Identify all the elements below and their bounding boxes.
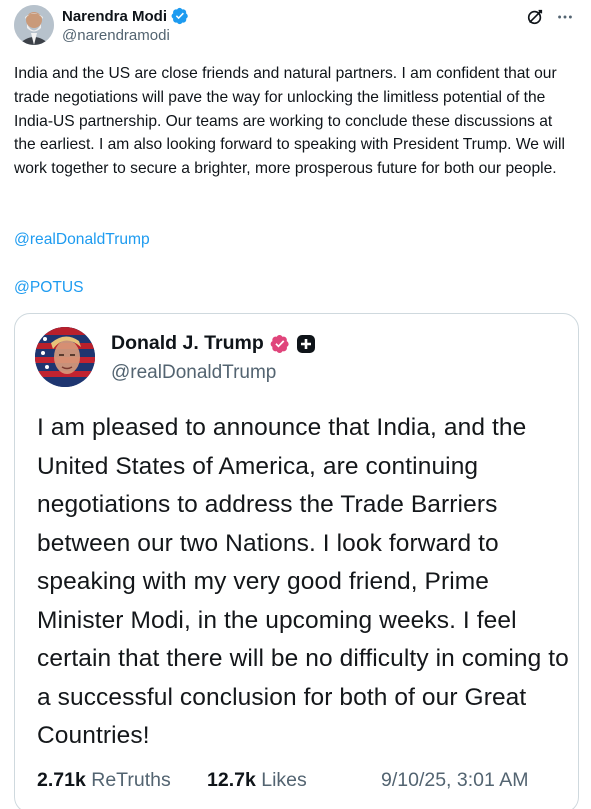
quote-author-avatar — [35, 327, 95, 387]
retruths-label: ReTruths — [91, 769, 171, 791]
quoted-post-image[interactable]: Donald J. Trump @realDonaldTrump I am pl… — [14, 313, 579, 809]
verified-badge-icon — [171, 7, 189, 25]
grok-icon[interactable] — [525, 7, 545, 27]
likes-count: 12.7k — [207, 769, 256, 791]
quote-body: I am pleased to announce that India, and… — [37, 414, 569, 749]
quote-author-handle: @realDonaldTrump — [111, 362, 277, 383]
quote-timestamp: 9/10/25, 3:01 AM — [381, 769, 529, 791]
author-name-row: Narendra Modi — [62, 7, 189, 25]
likes-label: Likes — [261, 769, 307, 791]
mention-link[interactable]: @POTUS — [14, 279, 84, 297]
likes-stat: 12.7k Likes — [207, 769, 307, 792]
author-avatar-image — [14, 5, 54, 45]
truth-verified-badge-icon — [270, 334, 290, 354]
retruths-count: 2.71k — [37, 769, 86, 791]
more-options-icon[interactable] — [555, 7, 575, 27]
quote-name-row: Donald J. Trump — [111, 332, 316, 355]
tweet-actions-top — [525, 7, 575, 27]
mention-link[interactable]: @realDonaldTrump — [14, 231, 150, 249]
author-avatar[interactable] — [14, 5, 54, 45]
tweet-body: India and the US are close friends and n… — [14, 65, 565, 178]
plus-badge-icon — [296, 334, 316, 354]
author-name[interactable]: Narendra Modi — [62, 8, 167, 25]
quote-author-name: Donald J. Trump — [111, 332, 264, 354]
tweet: Narendra Modi @narendramodi India and th… — [0, 0, 591, 809]
retruths-stat: 2.71k ReTruths — [37, 769, 171, 792]
author-handle[interactable]: @narendramodi — [62, 27, 170, 44]
quote-avatar-image — [35, 327, 95, 387]
